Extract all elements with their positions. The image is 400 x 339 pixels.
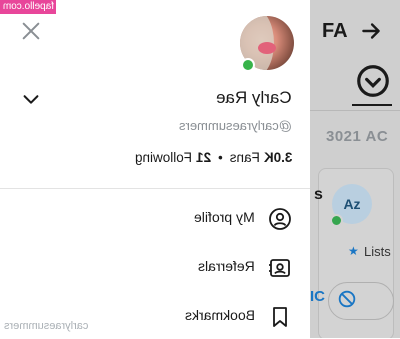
menu-item-label: My profile xyxy=(194,209,255,225)
background-card-letter: s xyxy=(314,186,323,203)
user-circle-icon xyxy=(269,208,291,230)
background-divider xyxy=(310,110,400,111)
star-icon: ★ xyxy=(348,244,359,258)
footer-handle: carlyraesummers xyxy=(4,320,89,332)
background-button-text: IC xyxy=(310,288,325,305)
stats-separator: • xyxy=(217,150,223,165)
back-arrow-icon[interactable] xyxy=(358,18,384,44)
background-online-dot xyxy=(330,214,343,227)
online-status-dot xyxy=(241,58,255,72)
profile-stats: 3.0K Fans • 21 Following xyxy=(135,150,292,165)
menu-item-referrals[interactable]: Referrals xyxy=(0,246,310,290)
close-icon[interactable] xyxy=(20,20,42,42)
background-page: FA 3021 AC s Az ★ Lists IC xyxy=(310,0,400,338)
background-count: 3021 AC xyxy=(326,128,389,145)
avatar-detail xyxy=(258,42,276,54)
active-tab-underline xyxy=(352,104,392,106)
background-title: FA xyxy=(322,20,348,42)
menu-item-my-profile[interactable]: My profile xyxy=(0,197,310,241)
profile-handle: @carlyraesummers xyxy=(179,118,292,133)
background-lists-label: Lists xyxy=(364,244,391,259)
chevron-down-icon[interactable] xyxy=(20,88,42,110)
fans-count[interactable]: 3.0K xyxy=(263,150,292,165)
menu-item-label: Referrals xyxy=(198,258,255,274)
drawer-divider xyxy=(0,188,310,189)
bookmark-icon xyxy=(273,307,287,327)
fans-label[interactable]: Fans xyxy=(229,150,259,165)
menu-item-label: Bookmarks xyxy=(184,307,255,323)
tab-chevron-circle-icon[interactable] xyxy=(354,62,392,100)
block-icon xyxy=(338,290,356,308)
referral-icon xyxy=(269,259,290,277)
account-drawer: fapello.com Carly Rae @carlyraesummers 3… xyxy=(0,0,310,338)
following-count[interactable]: 21 xyxy=(196,150,211,165)
menu-item-bookmarks[interactable]: Bookmarks xyxy=(0,295,310,339)
following-label[interactable]: Following xyxy=(135,150,192,165)
profile-name: Carly Rae xyxy=(216,88,292,107)
watermark: fapello.com xyxy=(0,0,56,14)
